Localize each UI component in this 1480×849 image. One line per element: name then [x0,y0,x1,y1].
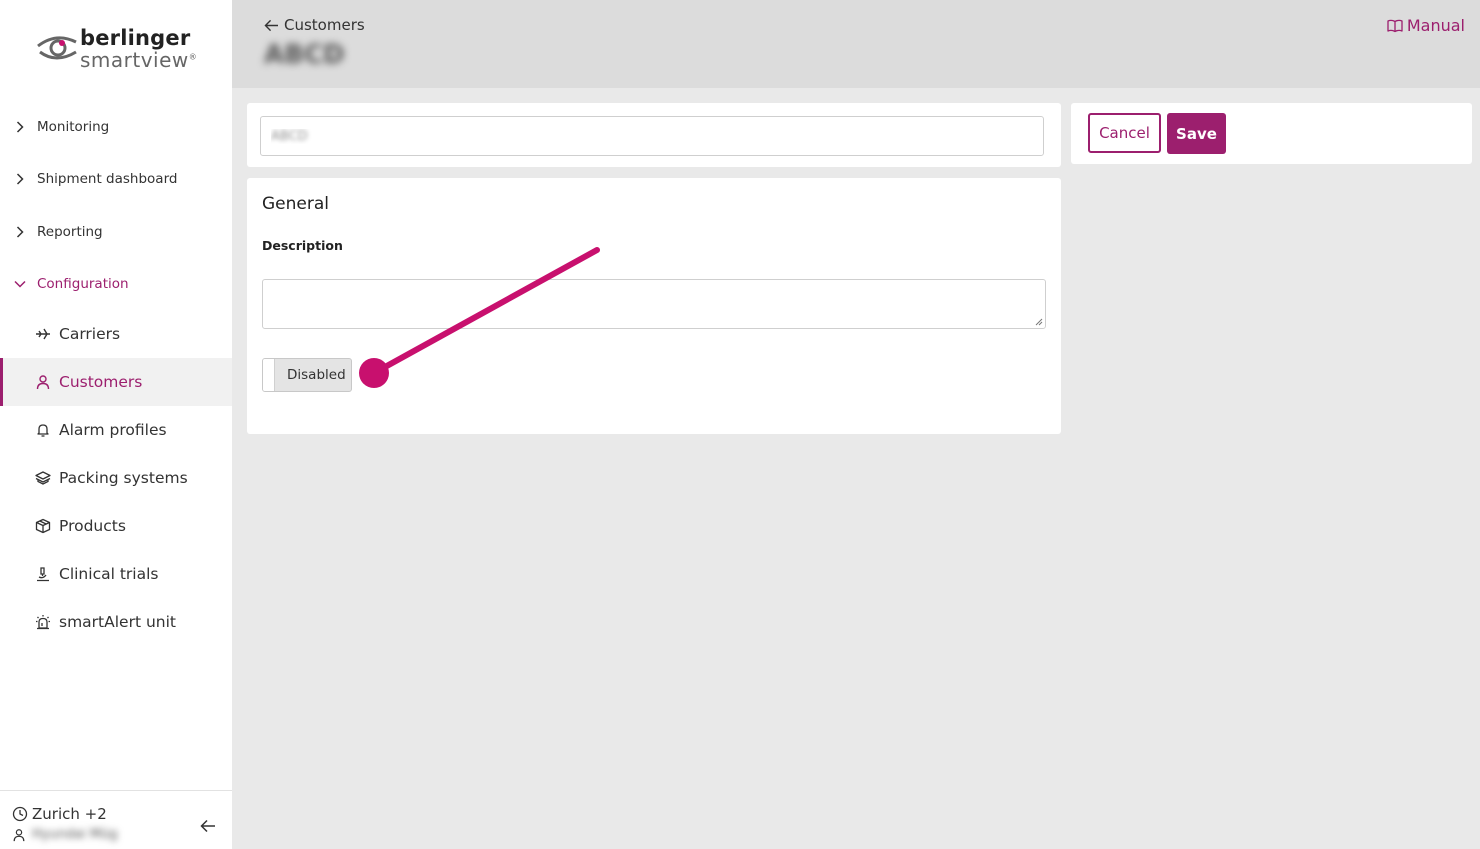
save-button[interactable]: Save [1167,113,1226,154]
book-icon [1387,19,1403,33]
sidebar-item-label: Products [59,517,126,535]
brand-name: berlinger [80,26,191,50]
chevron-right-icon [14,121,26,133]
chevron-down-icon [14,278,26,290]
siren-icon [34,613,52,631]
nav-section-label: Reporting [37,224,103,240]
bell-icon [34,421,52,439]
layers-icon [34,469,52,487]
arrow-left-icon [264,19,279,32]
sidebar-item-label: Carriers [59,325,121,343]
user-icon [34,373,52,391]
user-info[interactable]: Hyundai Müg [12,827,118,842]
sidebar-item-clinical-trials[interactable]: Clinical trials [0,550,232,598]
section-title: General [262,194,329,214]
collapse-sidebar-button[interactable] [198,816,218,836]
sidebar-item-label: Customers [59,373,143,391]
back-to-customers-link[interactable]: Customers [264,16,365,34]
resize-grip-icon[interactable] [1035,318,1043,326]
nav-section-label: Shipment dashboard [37,171,178,187]
description-label: Description [262,238,343,253]
chevron-right-icon [14,226,26,238]
arrow-left-icon [200,819,215,833]
nav-section-reporting[interactable]: Reporting [0,214,232,250]
sidebar-item-packing-systems[interactable]: Packing systems [0,454,232,502]
box-icon [34,517,52,535]
sidebar-item-label: Packing systems [59,469,188,487]
sidebar-item-products[interactable]: Products [0,502,232,550]
nav-section-label: Configuration [37,276,129,292]
sidebar-item-alarm-profiles[interactable]: Alarm profiles [0,406,232,454]
toggle-knob [263,359,275,391]
back-link-label: Customers [284,16,365,34]
nav-section-configuration[interactable]: Configuration [0,266,232,302]
sidebar-footer: Zurich +2 Hyundai Müg [0,790,232,849]
eye-logo-icon [37,36,77,60]
sidebar-item-customers[interactable]: Customers [0,358,232,406]
sidebar-item-smartalert-unit[interactable]: smartAlert unit [0,598,232,646]
description-textarea[interactable] [262,279,1046,329]
toggle-label: Disabled [287,367,346,383]
brand-logo[interactable]: berlinger smartview® [36,26,198,76]
sidebar-item-label: Alarm profiles [59,421,167,439]
nav-section-shipment-dashboard[interactable]: Shipment dashboard [0,161,232,197]
customer-name-input[interactable] [260,116,1044,156]
manual-label: Manual [1406,16,1465,35]
brand-product: smartview® [80,48,198,72]
nav-section-monitoring[interactable]: Monitoring [0,109,232,145]
customer-name-card [247,103,1061,167]
general-section-card: General Description Disabled [247,178,1061,434]
timezone-label: Zurich +2 [32,805,107,823]
chevron-right-icon [14,173,26,185]
manual-link[interactable]: Manual [1387,16,1465,35]
nav-section-label: Monitoring [37,119,110,135]
sidebar-item-carriers[interactable]: Carriers [0,310,232,358]
plane-icon [34,325,52,343]
user-name: Hyundai Müg [32,827,118,842]
status-toggle[interactable]: Disabled [262,358,352,392]
cancel-button[interactable]: Cancel [1088,113,1161,153]
sidebar: berlinger smartview® Monitoring Shipment… [0,0,232,849]
user-icon [12,828,26,842]
sidebar-item-label: Clinical trials [59,565,159,583]
form-actions-card: Cancel Save [1071,103,1472,164]
clock-icon [12,806,28,822]
timezone-indicator[interactable]: Zurich +2 [12,805,107,823]
microscope-icon [34,565,52,583]
sidebar-item-label: smartAlert unit [59,613,176,631]
page-header: Customers ABCD Manual [232,0,1480,88]
page-title: ABCD [264,40,345,70]
